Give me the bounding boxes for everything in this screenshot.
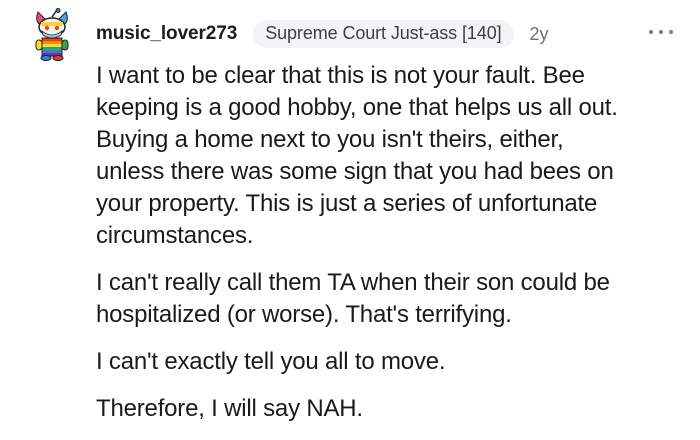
user-flair: Supreme Court Just-ass [140] — [253, 20, 514, 48]
comment: music_lover273 Supreme Court Just-ass [1… — [0, 0, 700, 425]
username-link[interactable]: music_lover273 — [96, 23, 237, 45]
more-options-icon — [649, 30, 653, 34]
comment-header: music_lover273 Supreme Court Just-ass [1… — [96, 19, 549, 49]
comment-age[interactable]: 2y — [530, 24, 549, 45]
comment-paragraph: I want to be clear that this is not your… — [96, 62, 618, 249]
comment-paragraph: Therefore, I will say NAH. — [96, 395, 363, 422]
comment-paragraph: I can't really call them TA when their s… — [96, 269, 610, 328]
avatar[interactable] — [30, 8, 74, 62]
snoo-avatar-icon — [35, 8, 69, 61]
more-options-button[interactable] — [649, 22, 673, 42]
comment-paragraph: I can't exactly tell you all to move. — [96, 348, 446, 375]
comment-body: I want to be clear that this is not your… — [96, 60, 696, 440]
